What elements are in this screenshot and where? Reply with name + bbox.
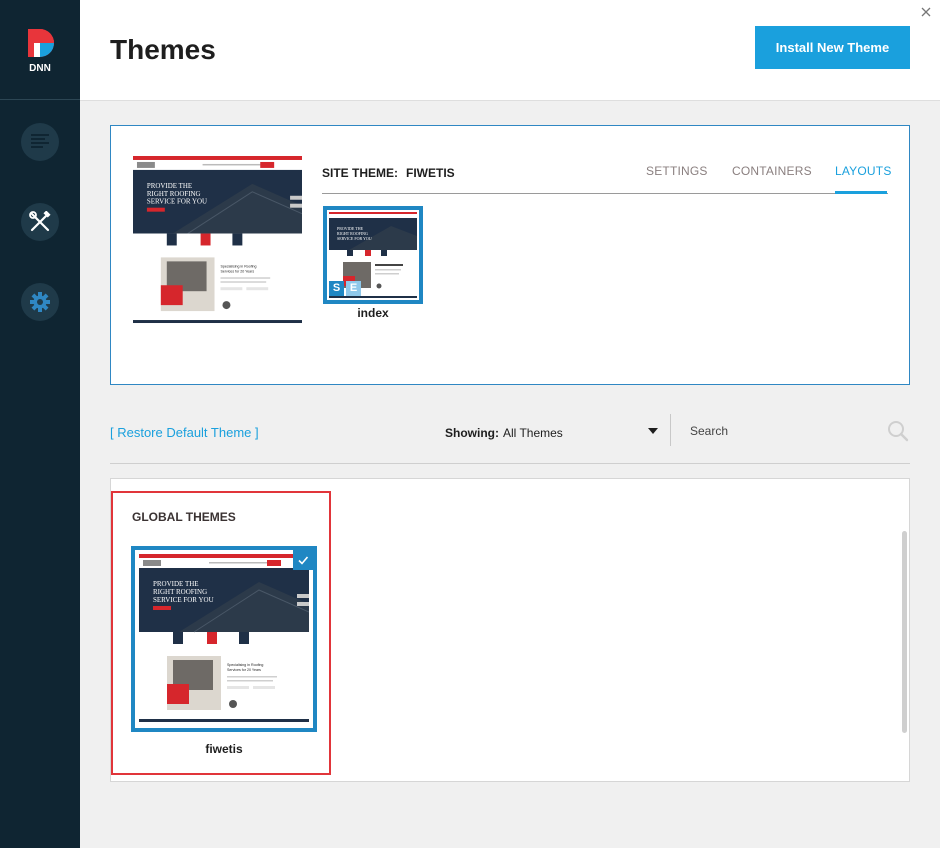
dnn-logo[interactable]: DNN xyxy=(24,27,56,73)
site-theme-name: FIWETIS xyxy=(406,166,455,180)
sidebar: DNN xyxy=(0,0,80,848)
showing-dropdown[interactable]: All Themes xyxy=(503,426,563,440)
thumb-sub-line-1: Specialising in Roofing xyxy=(220,264,256,268)
theme-thumb-hero-line-2: RIGHT ROOFING xyxy=(153,588,207,596)
close-icon[interactable] xyxy=(918,4,934,20)
page-title: Themes xyxy=(110,34,216,65)
tab-containers[interactable]: CONTAINERS xyxy=(732,164,812,178)
selected-check-badge xyxy=(293,550,313,570)
tools-button[interactable] xyxy=(21,203,59,241)
tools-icon xyxy=(29,211,51,232)
install-new-theme-button[interactable]: Install New Theme xyxy=(755,26,910,69)
gear-icon xyxy=(30,292,50,312)
search-icon[interactable] xyxy=(887,420,909,442)
logo-text: DNN xyxy=(29,63,51,73)
tab-settings[interactable]: SETTINGS xyxy=(646,164,708,178)
tabs-divider xyxy=(322,193,888,194)
active-tab-indicator xyxy=(835,191,887,194)
layout-name: index xyxy=(357,306,389,320)
content-button[interactable] xyxy=(21,123,59,161)
layout-card-index[interactable]: PROVIDE THE RIGHT ROOFING SERVICE FOR YO… xyxy=(323,206,423,304)
theme-name-fiwetis: fiwetis xyxy=(205,742,243,756)
settings-button[interactable] xyxy=(21,283,59,321)
search-input[interactable] xyxy=(690,419,880,443)
layout-settings-badge[interactable]: S xyxy=(329,281,344,296)
theme-thumbnail: PROVIDE THE RIGHT ROOFING SERVICE FOR YO… xyxy=(139,554,309,724)
layout-edit-badge[interactable]: E xyxy=(346,281,361,296)
layout-thumb-hero-line-3: SERVICE FOR YOU xyxy=(337,236,372,241)
global-themes-title: GLOBAL THEMES xyxy=(132,510,236,524)
thumb-sub-line-2: Services for 20 Years xyxy=(220,269,254,273)
showing-label: Showing: xyxy=(445,426,499,440)
theme-thumb-sub-line-2: Services for 20 Years xyxy=(227,668,261,672)
filter-divider xyxy=(670,414,671,446)
thumb-hero-line-3: SERVICE FOR YOU xyxy=(147,198,207,206)
theme-thumb-sub-line-1: Specialising in Roofing xyxy=(227,663,263,667)
theme-card-fiwetis[interactable]: PROVIDE THE RIGHT ROOFING SERVICE FOR YO… xyxy=(131,546,317,732)
site-theme-thumbnail: PROVIDE THE RIGHT ROOFING SERVICE FOR YO… xyxy=(133,156,302,325)
global-themes-group: GLOBAL THEMES PROVIDE THE RIGHT ROOFING … xyxy=(111,491,331,775)
content-icon xyxy=(31,134,49,148)
theme-thumb-hero-line-3: SERVICE FOR YOU xyxy=(153,596,214,604)
tab-layouts[interactable]: LAYOUTS xyxy=(835,164,892,178)
chevron-down-icon[interactable] xyxy=(648,428,658,434)
thumb-hero-line-2: RIGHT ROOFING xyxy=(147,190,201,198)
filter-divider-line xyxy=(110,463,910,464)
restore-default-theme-link[interactable]: [ Restore Default Theme ] xyxy=(110,425,259,440)
site-theme-panel: PROVIDE THE RIGHT ROOFING SERVICE FOR YO… xyxy=(110,125,910,385)
thumb-hero-line-1: PROVIDE THE xyxy=(147,182,192,190)
checkmark-icon xyxy=(298,556,309,565)
themes-list-panel: GLOBAL THEMES PROVIDE THE RIGHT ROOFING … xyxy=(110,478,910,782)
scrollbar-thumb[interactable] xyxy=(902,531,907,733)
header: Themes Install New Theme xyxy=(80,0,940,101)
site-theme-label: SITE THEME: xyxy=(322,166,399,180)
logo-area: DNN xyxy=(0,0,80,100)
theme-thumb-hero-line-1: PROVIDE THE xyxy=(153,580,199,588)
